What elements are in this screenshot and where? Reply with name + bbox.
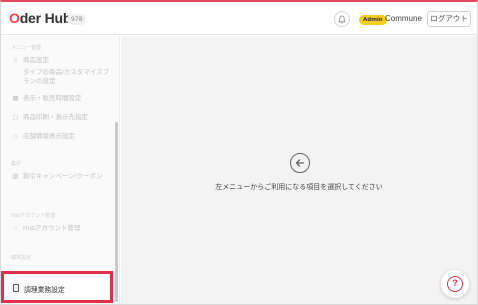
user-icon: ○ <box>13 225 18 232</box>
sidebar-item-display-time[interactable]: ▦ 表示・販売時間設定 <box>11 94 118 103</box>
bell-icon <box>338 15 346 23</box>
device-icon <box>13 284 19 292</box>
tag-icon: ◇ <box>13 133 18 140</box>
logout-button[interactable]: ログアウト <box>427 11 471 27</box>
arrow-left-glyph <box>295 159 305 167</box>
sidebar-item-label: 商品印刷・表示先指定 <box>23 114 88 121</box>
logo[interactable]: Oder Hub <box>9 10 71 26</box>
admin-badge: Admin <box>359 15 387 25</box>
placeholder-message: 左メニューからご利用になる項目を選択してください <box>215 184 383 191</box>
sidebar-item-campaign[interactable]: ▥ 割引キャンペーン/クーポン <box>11 172 105 181</box>
sidebar-section-device: 端末設定 <box>11 255 32 261</box>
sidebar-item-store-info[interactable]: ◇ 店舗情報表示設定 <box>11 132 118 141</box>
sidebar-item-label: 調理業務設定 <box>24 287 65 294</box>
sidebar: メニュー管理 ⌂ 商品設定 タイプの商品/カスタマイズプランの設定 ▦ 表示・販… <box>1 36 120 304</box>
notification-bell-button[interactable] <box>334 11 350 27</box>
sidebar-subitem-customize[interactable]: タイプの商品/カスタマイズプランの設定 <box>23 68 113 86</box>
sidebar-item-label: 店舗情報表示設定 <box>23 133 75 140</box>
sidebar-item-print-target[interactable]: ▢ 商品印刷・表示先指定 <box>11 113 118 122</box>
grid-icon: ▦ <box>12 95 19 102</box>
store-icon: ⌂ <box>13 57 18 64</box>
sidebar-item-product-settings[interactable]: ⌂ 商品設定 <box>11 56 118 65</box>
sidebar-item-cooking-settings[interactable]: 調理業務設定 <box>1 271 113 303</box>
sidebar-section-menu: メニュー管理 <box>11 45 42 51</box>
sidebar-item-label: 割引キャンペーン/クーポン <box>23 173 103 180</box>
logo-prefix: O <box>9 10 20 26</box>
print-icon: ▢ <box>12 114 19 121</box>
sidebar-scrollbar[interactable] <box>115 122 118 302</box>
sidebar-item-label: 表示・販売時間設定 <box>23 95 82 102</box>
sidebar-item-hub-account[interactable]: ○ Hubアカウント管理 <box>11 224 118 233</box>
main-content: 左メニューからご利用になる項目を選択してください ? <box>121 36 477 304</box>
chart-icon: ▥ <box>12 173 19 180</box>
help-icon: ? <box>447 276 463 292</box>
sidebar-item-label: Hubアカウント管理 <box>23 225 81 232</box>
app-window: Oder Hub 978 Admin Commune ログアウト メニュー管理 … <box>0 0 478 305</box>
user-name: Commune <box>385 14 422 23</box>
sidebar-section-hub-account: Hubアカウント管理 <box>11 213 56 219</box>
sidebar-section-aggregate: 集計 <box>11 161 22 167</box>
arrow-left-icon <box>290 153 310 173</box>
logo-text: der Hub <box>19 10 72 26</box>
top-header: Oder Hub 978 Admin Commune ログアウト <box>1 2 477 35</box>
version-badge: 978 <box>67 14 87 25</box>
sidebar-item-label: 商品設定 <box>23 57 49 64</box>
help-button[interactable]: ? <box>441 270 469 298</box>
